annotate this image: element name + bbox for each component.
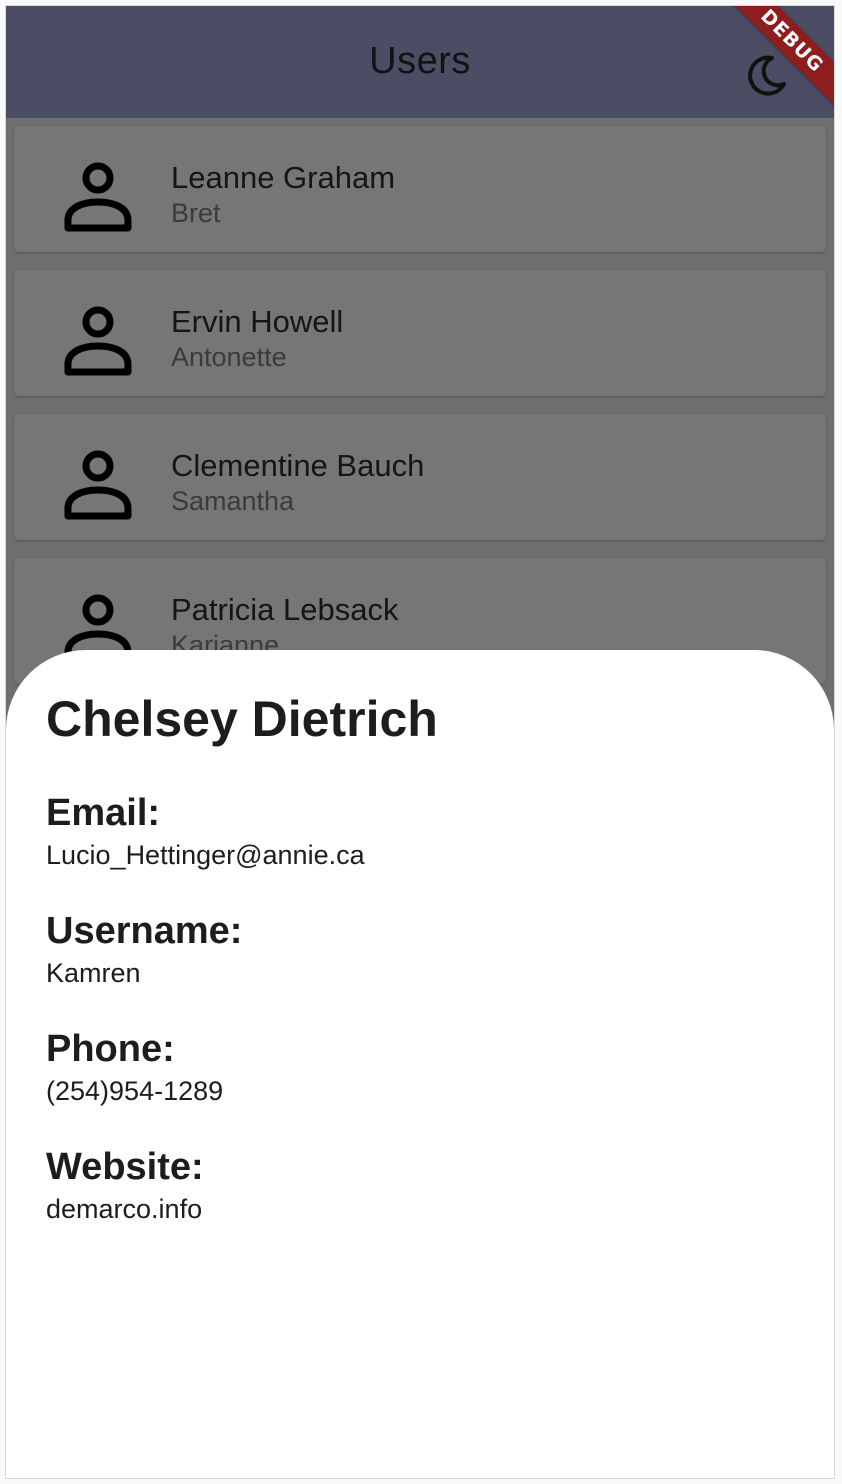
person-icon [64,306,132,376]
list-item[interactable]: Clementine Bauch Samantha [14,414,826,540]
website-label: Website: [46,1146,204,1188]
user-name: Ervin Howell [171,304,344,339]
phone-label: Phone: [46,1028,175,1070]
list-item[interactable]: Leanne Graham Bret [14,126,826,252]
person-icon [64,162,132,232]
phone-value: (254)954-1289 [46,1076,224,1106]
email-value: Lucio_Hettinger@annie.ca [46,840,365,870]
username-label: Username: [46,910,243,952]
detail-name: Chelsey Dietrich [46,691,438,747]
user-name: Clementine Bauch [171,448,425,483]
user-username: Antonette [171,342,287,372]
username-value: Kamren [46,958,141,988]
user-name: Patricia Lebsack [171,592,399,627]
email-label: Email: [46,792,161,834]
app-bar: Users DEBUG [6,6,834,118]
website-value: demarco.info [46,1194,203,1224]
user-username: Bret [171,198,221,228]
list-item[interactable]: Ervin Howell Antonette [14,270,826,396]
user-detail-sheet: Chelsey Dietrich Email: Lucio_Hettinger@… [6,650,834,1478]
moon-icon[interactable] [742,50,790,98]
user-list: Leanne Graham Bret Ervin Howell Antonett… [14,126,826,702]
person-icon [64,450,132,520]
user-username: Samantha [171,486,295,516]
user-name: Leanne Graham [171,160,396,195]
app-window: Users DEBUG Leanne Graham Bret Ervin How… [6,6,834,1478]
page-title: Users [369,40,471,82]
